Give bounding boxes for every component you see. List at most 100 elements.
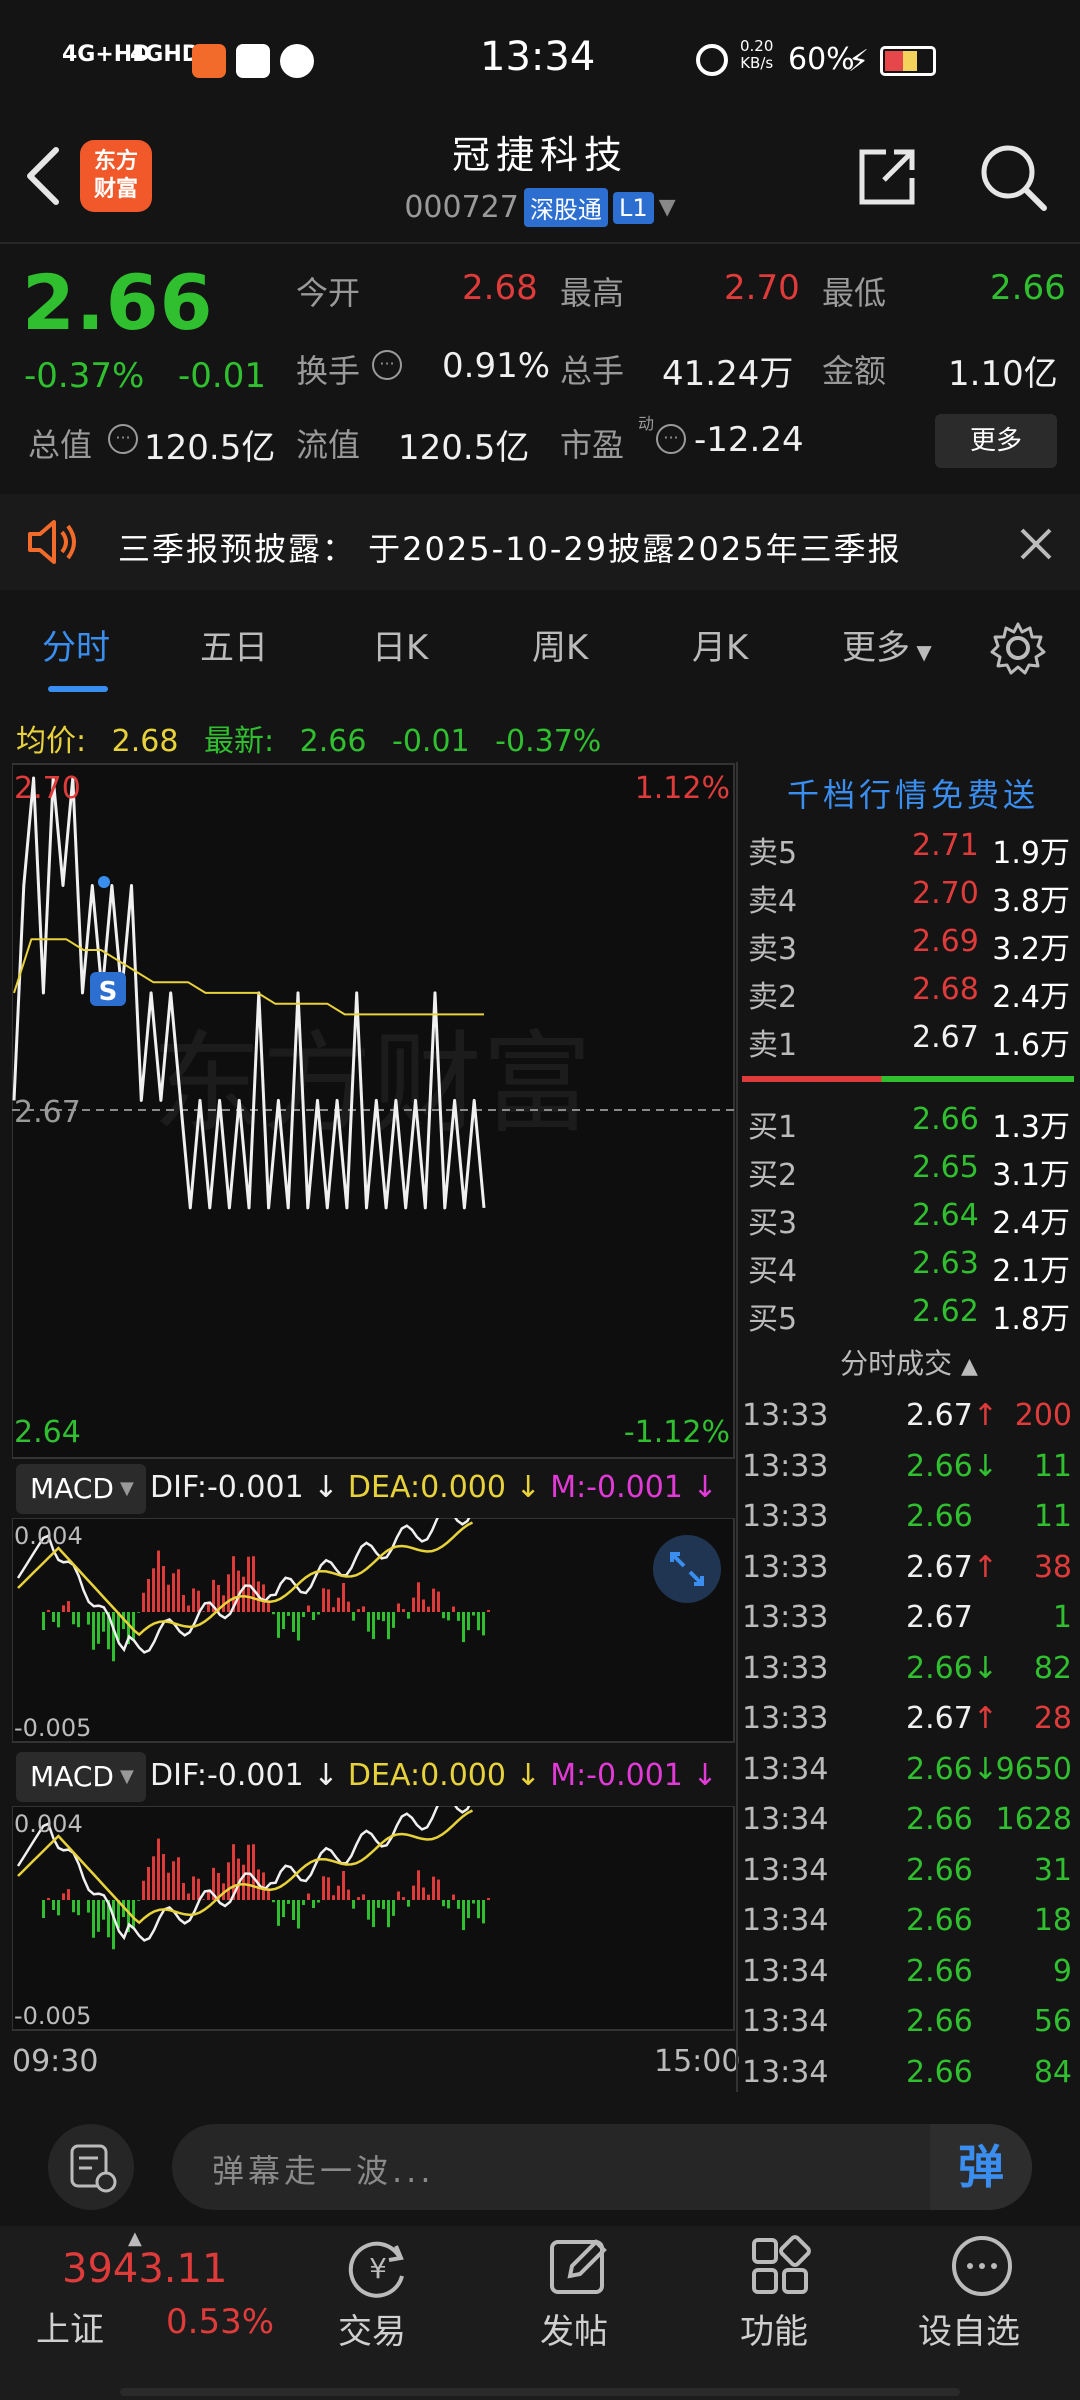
- clock: 13:34: [480, 34, 596, 80]
- tick-volume: 1: [1052, 1600, 1072, 1635]
- level-volume: 1.9万: [992, 836, 1070, 871]
- macd-bar: [437, 1591, 440, 1612]
- tick-price: 2.67↑: [906, 1549, 998, 1585]
- macd-bar: [202, 1899, 205, 1900]
- nav-functions[interactable]: 功能: [740, 2304, 808, 2353]
- volume-value: 41.24万: [662, 354, 794, 394]
- macd-bar: [92, 1900, 95, 1938]
- level-price: 2.68: [912, 972, 979, 1007]
- orderbook-promo[interactable]: 千档行情免费送: [748, 770, 1078, 816]
- bid-row[interactable]: 买3 2.64 2.4万: [742, 1192, 1076, 1241]
- macd-chart-1[interactable]: 0.004 -0.005: [12, 1518, 736, 1746]
- ask-row[interactable]: 卖4 2.70 3.8万: [742, 870, 1076, 919]
- danmaku-send-button[interactable]: 弹: [930, 2124, 1032, 2210]
- info-icon[interactable]: ···: [372, 350, 402, 380]
- macd-chart-2[interactable]: 0.004 -0.005: [12, 1806, 736, 2034]
- tick-time: 13:34: [742, 1802, 829, 1837]
- gear-icon[interactable]: [990, 620, 1046, 676]
- functions-icon[interactable]: [748, 2234, 812, 2298]
- macd-bar: [427, 1894, 430, 1900]
- macd1-selector[interactable]: MACD ▼: [16, 1464, 146, 1514]
- sell-marker-label: S: [99, 977, 118, 1007]
- macd-bar: [97, 1612, 100, 1644]
- svg-text:¥: ¥: [369, 2252, 387, 2285]
- tick-volume: 11: [1033, 1499, 1072, 1534]
- macd-bar: [472, 1612, 475, 1616]
- level-label: 买1: [748, 1110, 798, 1145]
- tab-weekly-k[interactable]: 周K: [532, 620, 588, 669]
- macd-bar: [312, 1900, 315, 1909]
- macd-bar: [102, 1900, 105, 1920]
- tick-row: 13:34 2.66 18: [742, 1897, 1076, 1947]
- macd-bar: [447, 1900, 450, 1909]
- tab-intraday[interactable]: 分时: [42, 620, 110, 669]
- level-volume: 1.3万: [992, 1110, 1070, 1145]
- open-value: 2.68: [462, 268, 538, 308]
- bid-row[interactable]: 买1 2.66 1.3万: [742, 1096, 1076, 1145]
- macd-bar: [152, 1568, 155, 1612]
- post-icon[interactable]: [546, 2234, 610, 2298]
- more-button[interactable]: 更多: [935, 414, 1057, 468]
- notification-leaf-icon: [280, 44, 314, 78]
- ticks-header[interactable]: 分时成交 ▲: [738, 1342, 1080, 1382]
- share-icon[interactable]: [856, 146, 918, 208]
- tick-price: 2.66: [906, 2054, 973, 2090]
- tab-more[interactable]: 更多 ▼: [842, 620, 932, 669]
- macd-bar: [387, 1612, 390, 1640]
- tab-five-day[interactable]: 五日: [200, 620, 268, 669]
- index-name[interactable]: 上证: [36, 2302, 104, 2351]
- tick-row: 13:34 2.66↓ 9650: [742, 1746, 1076, 1796]
- macd-bar: [277, 1900, 280, 1926]
- macd-bar: [147, 1578, 150, 1612]
- danmaku-settings-button[interactable]: [48, 2124, 134, 2210]
- tick-row: 13:34 2.66 9: [742, 1948, 1076, 1998]
- macd-bar: [252, 1556, 255, 1612]
- ask-row[interactable]: 卖5 2.71 1.9万: [742, 822, 1076, 871]
- info-icon[interactable]: ···: [108, 424, 138, 454]
- bid-row[interactable]: 买4 2.63 2.1万: [742, 1240, 1076, 1289]
- watchlist-icon[interactable]: [950, 2234, 1014, 2298]
- pct-label-top: 1.12%: [635, 771, 730, 806]
- macd-bar: [197, 1878, 200, 1900]
- bid-row[interactable]: 买2 2.65 3.1万: [742, 1144, 1076, 1193]
- macd-bar: [482, 1900, 485, 1924]
- search-icon[interactable]: [978, 142, 1048, 212]
- macd-bar: [307, 1893, 310, 1900]
- tick-volume: 84: [1033, 2054, 1072, 2090]
- macd-bar: [187, 1605, 190, 1612]
- tick-volume: 56: [1033, 2004, 1072, 2039]
- macd-bar: [467, 1612, 470, 1631]
- macd-bar: [177, 1569, 180, 1612]
- bid-row[interactable]: 买5 2.62 1.8万: [742, 1288, 1076, 1337]
- nav-trade[interactable]: 交易: [338, 2304, 406, 2353]
- ask-row[interactable]: 卖2 2.68 2.4万: [742, 966, 1076, 1015]
- tab-daily-k[interactable]: 日K: [372, 620, 428, 669]
- nav-post[interactable]: 发帖: [540, 2304, 608, 2353]
- macd-bar: [282, 1612, 285, 1630]
- index-value[interactable]: 3943.11: [62, 2246, 227, 2292]
- macd-bar: [242, 1864, 245, 1900]
- trade-icon[interactable]: ¥: [346, 2236, 410, 2300]
- macd-bar: [172, 1573, 175, 1612]
- level-volume: 3.2万: [992, 932, 1070, 967]
- macd-bar: [357, 1897, 360, 1900]
- macd-bar: [142, 1592, 145, 1612]
- expand-icon[interactable]: [650, 1532, 724, 1606]
- macd-bar: [427, 1606, 430, 1612]
- level-label: 买5: [748, 1302, 798, 1337]
- macd-bar: [462, 1900, 465, 1931]
- ask-row[interactable]: 卖3 2.69 3.2万: [742, 918, 1076, 967]
- mktcap-value: 120.5亿: [144, 428, 276, 468]
- close-icon[interactable]: [1018, 526, 1054, 562]
- tab-monthly-k[interactable]: 月K: [692, 620, 748, 669]
- macd-bar: [342, 1583, 345, 1612]
- macd-bar: [72, 1900, 75, 1913]
- nav-watchlist[interactable]: 设自选: [918, 2304, 1020, 2353]
- macd2-selector[interactable]: MACD ▼: [16, 1752, 146, 1802]
- intraday-chart[interactable]: 东方财富 2.70 2.67 2.64 1.12% -1.12% S: [12, 762, 736, 1462]
- info-icon[interactable]: ···: [656, 424, 686, 454]
- macd-bar: [197, 1590, 200, 1612]
- macd-bar: [337, 1597, 340, 1612]
- stock-code-row[interactable]: 000727 深股通 L1 ▼: [0, 188, 1080, 227]
- ask-row[interactable]: 卖1 2.67 1.6万: [742, 1014, 1076, 1063]
